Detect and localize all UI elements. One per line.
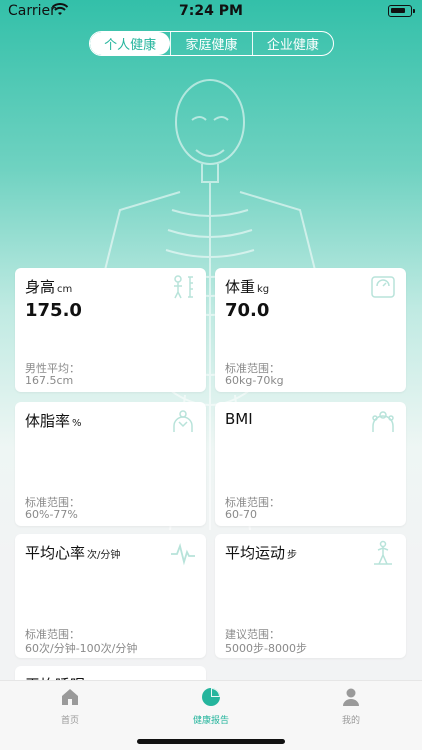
weight-card[interactable]: 体重 kg 70.0 标准范围： 60kg-70kg bbox=[215, 268, 406, 392]
scale-icon bbox=[371, 276, 395, 298]
nav-profile[interactable]: 我的 bbox=[301, 687, 401, 726]
nav-health-report[interactable]: 健康报告 bbox=[161, 687, 261, 726]
card-title: 体重 kg bbox=[225, 278, 270, 296]
card-title: BMI bbox=[225, 410, 253, 428]
body-fat-icon bbox=[173, 410, 193, 432]
range-value: 60-70 bbox=[225, 508, 257, 521]
bmi-card[interactable]: BMI 标准范围： 60-70 bbox=[215, 402, 406, 526]
pie-chart-icon bbox=[202, 688, 220, 706]
tab-family-health[interactable]: 家庭健康 bbox=[170, 32, 251, 55]
battery-icon bbox=[388, 5, 415, 17]
heartbeat-icon bbox=[171, 542, 195, 566]
height-card[interactable]: 身高 cm 175.0 男性平均： 167.5cm bbox=[15, 268, 206, 392]
range-value: 60%-77% bbox=[25, 508, 78, 521]
user-icon bbox=[343, 688, 359, 706]
clock: 7:24 PM bbox=[179, 3, 243, 19]
range-value: 167.5cm bbox=[25, 374, 74, 387]
tab-personal-health[interactable]: 个人健康 bbox=[90, 32, 171, 55]
card-title: 平均运动步 bbox=[225, 544, 298, 562]
card-title: 身高 cm bbox=[25, 278, 73, 296]
card-title: 平均心率 次/分钟 bbox=[25, 544, 121, 562]
home-icon bbox=[62, 689, 78, 705]
height-value: 175.0 bbox=[25, 300, 82, 321]
nav-home[interactable]: 首页 bbox=[20, 687, 120, 726]
exercise-card[interactable]: 平均运动步 建议范围： 5000步-8000步 bbox=[215, 534, 406, 658]
heart-rate-card[interactable]: 平均心率 次/分钟 标准范围： 60次/分钟-100次/分钟 bbox=[15, 534, 206, 658]
status-bar: Carrier 7:24 PM bbox=[0, 0, 422, 24]
running-icon bbox=[374, 540, 392, 565]
range-value: 60kg-70kg bbox=[225, 374, 284, 387]
home-indicator bbox=[137, 739, 285, 744]
bmi-icon bbox=[372, 411, 394, 432]
range-value: 60次/分钟-100次/分钟 bbox=[25, 642, 138, 655]
segment-tabs: 个人健康 家庭健康 企业健康 bbox=[89, 31, 334, 56]
card-title: 体脂率% bbox=[25, 412, 82, 430]
range-value: 5000步-8000步 bbox=[225, 642, 307, 655]
tab-enterprise-health[interactable]: 企业健康 bbox=[251, 32, 333, 55]
body-fat-card[interactable]: 体脂率% 标准范围： 60%-77% bbox=[15, 402, 206, 526]
weight-value: 70.0 bbox=[225, 300, 270, 321]
height-icon bbox=[174, 275, 193, 299]
